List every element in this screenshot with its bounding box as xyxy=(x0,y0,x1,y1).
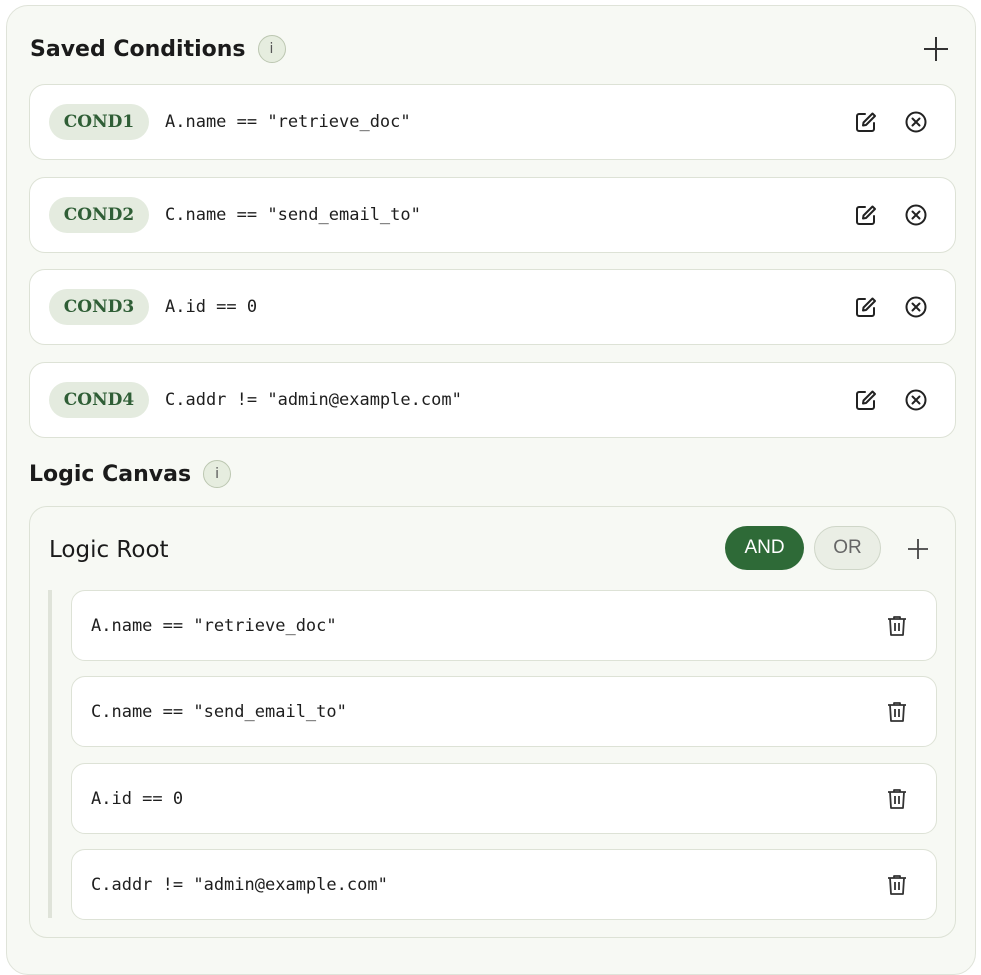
delete-logic-node-button[interactable] xyxy=(883,612,911,640)
or-operator-button[interactable]: OR xyxy=(814,526,881,570)
saved-conditions-header: Saved Conditions i xyxy=(30,35,286,63)
logic-canvas-header: Logic Canvas i xyxy=(29,460,232,488)
and-operator-button[interactable]: AND xyxy=(725,526,804,570)
condition-id-badge: COND1 xyxy=(49,104,149,140)
edit-condition-button[interactable] xyxy=(852,201,880,229)
condition-card: COND3 A.id == 0 xyxy=(29,269,956,345)
edit-icon xyxy=(856,390,876,410)
logic-node: C.addr != "admin@example.com" xyxy=(71,849,937,920)
logic-root-group: Logic Root AND OR A.name == "retrieve_do… xyxy=(29,506,956,938)
logic-root-title: Logic Root xyxy=(49,537,169,563)
plus-icon xyxy=(924,37,948,61)
remove-condition-button[interactable] xyxy=(902,108,930,136)
condition-card: COND2 C.name == "send_email_to" xyxy=(29,177,956,253)
trash-icon xyxy=(888,615,906,636)
condition-expression: A.name == "retrieve_doc" xyxy=(165,112,411,132)
logic-node: A.id == 0 xyxy=(71,763,937,834)
delete-logic-node-button[interactable] xyxy=(883,871,911,899)
plus-icon xyxy=(908,539,928,559)
logic-canvas-info-icon[interactable]: i xyxy=(203,460,232,488)
logic-canvas-title: Logic Canvas xyxy=(29,461,192,487)
saved-conditions-info-icon[interactable]: i xyxy=(257,35,286,63)
trash-icon xyxy=(888,701,906,722)
logic-node: A.name == "retrieve_doc" xyxy=(71,590,937,661)
condition-id-badge: COND3 xyxy=(49,289,149,325)
add-condition-button[interactable] xyxy=(921,34,951,64)
saved-conditions-title: Saved Conditions xyxy=(30,36,246,62)
remove-condition-button[interactable] xyxy=(902,201,930,229)
condition-expression: C.addr != "admin@example.com" xyxy=(165,390,462,410)
condition-card: COND1 A.name == "retrieve_doc" xyxy=(29,84,956,160)
logic-node-expression: A.id == 0 xyxy=(91,788,184,809)
close-circle-icon xyxy=(905,389,927,411)
condition-card: COND4 C.addr != "admin@example.com" xyxy=(29,362,956,438)
trash-icon xyxy=(888,874,906,895)
trash-icon xyxy=(888,788,906,809)
condition-expression: A.id == 0 xyxy=(165,297,258,317)
delete-logic-node-button[interactable] xyxy=(883,698,911,726)
logic-node: C.name == "send_email_to" xyxy=(71,676,937,747)
edit-icon xyxy=(856,297,876,317)
close-circle-icon xyxy=(905,111,927,133)
logic-tree-connector xyxy=(48,590,52,918)
add-logic-node-button[interactable] xyxy=(906,537,930,561)
edit-condition-button[interactable] xyxy=(852,108,880,136)
condition-id-badge: COND4 xyxy=(49,382,149,418)
close-circle-icon xyxy=(905,296,927,318)
logic-node-expression: C.name == "send_email_to" xyxy=(91,701,347,722)
close-circle-icon xyxy=(905,204,927,226)
remove-condition-button[interactable] xyxy=(902,293,930,321)
logic-node-expression: C.addr != "admin@example.com" xyxy=(91,874,388,895)
condition-expression: C.name == "send_email_to" xyxy=(165,205,421,225)
condition-id-badge: COND2 xyxy=(49,197,149,233)
delete-logic-node-button[interactable] xyxy=(883,785,911,813)
edit-icon xyxy=(856,112,876,132)
edit-condition-button[interactable] xyxy=(852,386,880,414)
edit-condition-button[interactable] xyxy=(852,293,880,321)
remove-condition-button[interactable] xyxy=(902,386,930,414)
logic-node-expression: A.name == "retrieve_doc" xyxy=(91,615,337,636)
edit-icon xyxy=(856,205,876,225)
